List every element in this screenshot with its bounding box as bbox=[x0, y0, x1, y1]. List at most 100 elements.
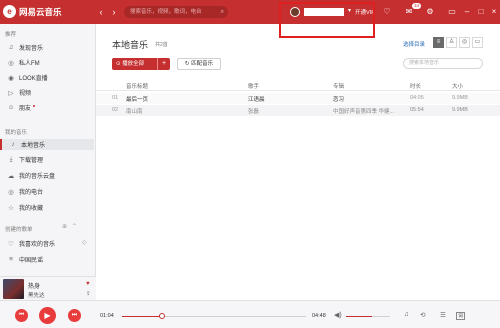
cloud-icon: ☁ bbox=[7, 172, 15, 180]
collapse-icon[interactable]: ⌃ bbox=[72, 223, 77, 230]
add-playlist-icon[interactable]: ⊕ bbox=[62, 223, 67, 230]
play-all-label[interactable]: ⊙ 播放全部 bbox=[112, 58, 158, 70]
app-name: 网易云音乐 bbox=[19, 6, 62, 17]
mini-mode-icon[interactable]: ▭ bbox=[447, 7, 457, 16]
radio-icon: ◎ bbox=[8, 59, 14, 67]
previous-icon[interactable]: ⏮ bbox=[15, 309, 28, 322]
now-playing-song[interactable]: 热身 bbox=[28, 281, 40, 290]
search-input[interactable]: 搜索音乐，视频，歌词，电台 ⌕ bbox=[124, 6, 228, 18]
sidebar-item-discover[interactable]: ♫ 发现音乐 bbox=[6, 42, 92, 53]
sidebar-item-liked[interactable]: ♡ 我喜欢的音乐 bbox=[6, 238, 92, 249]
sidebar-item-fm[interactable]: ◎ 私人FM bbox=[6, 57, 92, 68]
column-artist[interactable]: 歌手 bbox=[248, 82, 259, 90]
play-all-button[interactable]: ⊙ 播放全部 + bbox=[112, 58, 170, 70]
search-icon[interactable]: ⌕ bbox=[221, 6, 224, 18]
now-playing-panel[interactable]: 热身 黑先达 ♥ ⇪ bbox=[0, 276, 96, 300]
music-note-icon: ♫ bbox=[8, 44, 14, 51]
volume-icon[interactable]: ◀) bbox=[334, 311, 342, 319]
section-playlists: 创建的歌单 bbox=[5, 227, 33, 233]
volume-slider[interactable] bbox=[346, 316, 390, 317]
playlist-queue-icon[interactable]: ☰ bbox=[440, 311, 446, 319]
netease-logo-icon: e bbox=[3, 5, 16, 18]
sidebar-item-live[interactable]: ◉ LOOK直播 bbox=[6, 72, 92, 83]
sound-effect-icon[interactable]: ♫ bbox=[404, 311, 409, 318]
sidebar-item-friends[interactable]: ☺ 朋友 bbox=[6, 102, 92, 113]
sidebar-item-playlist-folk[interactable]: ≡ 中国民谣 bbox=[6, 254, 92, 265]
song-artist[interactable]: 江语晨 bbox=[248, 95, 265, 103]
section-recommend: 推荐 bbox=[5, 32, 17, 38]
sidebar-item-cloud[interactable]: ☁ 我的音乐云盘 bbox=[6, 170, 92, 181]
my-radio-icon: ◎ bbox=[8, 188, 14, 196]
star-icon: ☆ bbox=[8, 204, 14, 212]
back-button[interactable]: ‹ bbox=[96, 7, 106, 17]
song-count: 共2首 bbox=[155, 42, 168, 48]
message-count-badge: 34 bbox=[412, 3, 422, 9]
sidebar-item-downloads[interactable]: ⤓ 下载管理 bbox=[6, 154, 92, 165]
progress-bar[interactable] bbox=[122, 313, 306, 319]
song-duration: 05:54 bbox=[410, 107, 424, 113]
song-title: 最后一页 bbox=[126, 97, 149, 103]
app-logo[interactable]: e 网易云音乐 bbox=[3, 5, 62, 18]
sidebar-item-my-radio[interactable]: ◎ 我的电台 bbox=[6, 186, 92, 197]
row-number: 02 bbox=[112, 107, 119, 113]
song-artist[interactable]: 张磊 bbox=[248, 107, 259, 115]
heart-icon: ♡ bbox=[8, 240, 14, 248]
forward-button[interactable]: › bbox=[109, 7, 119, 17]
sidebar-item-favorites[interactable]: ☆ 我的收藏 bbox=[6, 202, 92, 213]
song-album[interactable]: 恋习 bbox=[333, 95, 405, 103]
next-icon[interactable]: ⏭ bbox=[68, 309, 81, 322]
song-title: 南山南 bbox=[126, 109, 143, 115]
table-header: 音乐标题 歌手 专辑 时长 大小 bbox=[96, 80, 500, 91]
skin-icon[interactable]: ♡ bbox=[382, 7, 392, 16]
add-to-queue-button[interactable]: + bbox=[158, 58, 170, 70]
total-time: 04:48 bbox=[312, 313, 326, 319]
heartbeat-mode-icon[interactable]: ◇ bbox=[82, 239, 87, 246]
column-album[interactable]: 专辑 bbox=[333, 82, 344, 90]
now-playing-artist[interactable]: 黑先达 bbox=[28, 291, 45, 299]
progress-fill bbox=[122, 316, 163, 317]
minimize-icon[interactable]: – bbox=[462, 7, 472, 16]
play-icon[interactable]: ▶ bbox=[39, 307, 56, 324]
album-cover[interactable] bbox=[3, 279, 24, 299]
notification-dot bbox=[33, 104, 36, 107]
friends-icon: ☺ bbox=[7, 104, 15, 111]
song-size: 9.9MB bbox=[452, 107, 468, 113]
column-duration[interactable]: 时长 bbox=[410, 82, 421, 90]
table-row[interactable]: 02 南山南 张磊 中国好声音第四季 华健... 05:54 9.9MB bbox=[96, 105, 500, 116]
local-music-icon: ♪ bbox=[11, 141, 15, 148]
section-my-music: 我的音乐 bbox=[5, 130, 28, 136]
progress-knob[interactable] bbox=[159, 313, 166, 319]
close-icon[interactable]: × bbox=[489, 7, 499, 16]
sidebar-item-video[interactable]: ▷ 视频 bbox=[6, 87, 92, 98]
search-placeholder: 搜索音乐，视频，歌词，电台 bbox=[130, 9, 202, 15]
row-number: 01 bbox=[112, 95, 119, 101]
album-view-icon[interactable]: ◎ bbox=[459, 37, 470, 48]
page-title: 本地音乐 bbox=[112, 40, 149, 50]
share-icon[interactable]: ⇪ bbox=[86, 291, 91, 297]
artist-view-icon[interactable]: ♙ bbox=[446, 37, 457, 48]
playlist-icon: ≡ bbox=[9, 256, 13, 263]
current-time: 01:04 bbox=[100, 313, 114, 319]
list-view-icon[interactable]: ≡ bbox=[433, 37, 444, 48]
sidebar: 推荐 ♫ 发现音乐 ◎ 私人FM ◉ LOOK直播 ▷ 视频 ☺ 朋友 我的音乐 ♪ 本地音… bbox=[0, 24, 96, 300]
select-directory-link[interactable]: 选择目录 bbox=[403, 40, 425, 48]
live-icon: ◉ bbox=[8, 74, 14, 82]
player-bar: ⏮ ▶ ⏭ 01:04 04:48 ◀) ♫ ⟲ ☰ 词 bbox=[0, 300, 500, 328]
highlight-annotation bbox=[279, 2, 375, 38]
download-icon: ⤓ bbox=[9, 155, 13, 163]
column-title[interactable]: 音乐标题 bbox=[126, 82, 148, 90]
like-icon[interactable]: ♥ bbox=[86, 281, 90, 287]
column-size[interactable]: 大小 bbox=[452, 82, 463, 90]
volume-fill bbox=[346, 316, 373, 317]
maximize-icon[interactable]: □ bbox=[476, 7, 486, 16]
song-duration: 04:05 bbox=[410, 95, 424, 101]
folder-view-icon[interactable]: ▭ bbox=[472, 37, 483, 48]
settings-icon[interactable]: ⚙ bbox=[425, 7, 435, 16]
table-row[interactable]: 01 最后一页 江语晨 恋习 04:05 9.9MB bbox=[96, 93, 500, 104]
local-search-input[interactable]: 搜索本地音乐 bbox=[403, 58, 483, 69]
lyrics-button[interactable]: 词 bbox=[456, 312, 465, 320]
loop-mode-icon[interactable]: ⟲ bbox=[420, 311, 425, 319]
match-music-button[interactable]: ↻ 匹配音乐 bbox=[177, 58, 221, 70]
song-album[interactable]: 中国好声音第四季 华健... bbox=[333, 107, 405, 115]
sidebar-item-local-music[interactable]: ♪ 本地音乐 bbox=[0, 139, 94, 150]
